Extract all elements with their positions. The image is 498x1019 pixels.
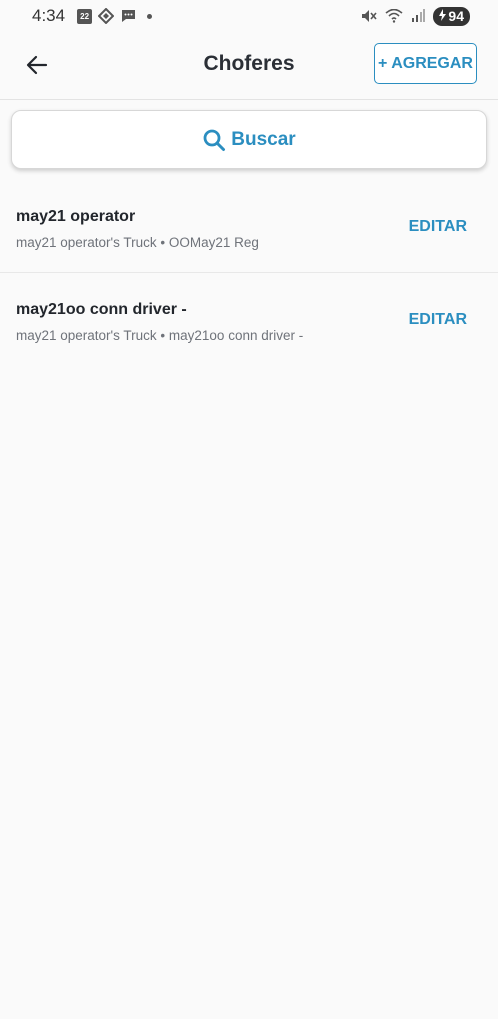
battery-level: 94 (448, 8, 464, 24)
add-driver-button[interactable]: + AGREGAR (374, 43, 477, 84)
separator-dot: • (160, 235, 166, 250)
list-item: may21oo conn driver - may21 operator's T… (0, 273, 498, 366)
driver-truck: may21 operator's Truck (16, 328, 157, 343)
driver-detail: may21oo conn driver - (168, 328, 304, 343)
driver-subtitle: may21 operator's Truck • OOMay21 Reg (16, 235, 482, 250)
driver-detail: OOMay21 Reg (168, 235, 259, 250)
message-icon (120, 8, 137, 24)
search-label: Buscar (231, 128, 296, 150)
edit-button[interactable]: EDITAR (409, 218, 467, 236)
search-icon (203, 129, 226, 151)
status-bar-right: 94 (361, 6, 470, 26)
status-bar-left: 4:34 22 (32, 6, 153, 26)
status-time: 4:34 (32, 6, 66, 25)
signal-icon (411, 9, 426, 23)
list-item: may21 operator may21 operator's Truck • … (0, 180, 498, 273)
driver-subtitle: may21 operator's Truck • may21oo conn dr… (16, 328, 482, 343)
edit-button[interactable]: EDITAR (409, 311, 467, 329)
notification-dot-icon (147, 13, 153, 19)
battery-indicator: 94 (433, 6, 470, 26)
search-button[interactable]: Buscar (11, 110, 487, 169)
app-bar: Choferes + AGREGAR (0, 32, 498, 100)
diamond-icon (98, 8, 115, 24)
mute-icon (361, 9, 378, 23)
driver-truck: may21 operator's Truck (16, 235, 157, 250)
charging-bolt-icon (438, 8, 447, 24)
driver-list: may21 operator may21 operator's Truck • … (0, 180, 498, 366)
wifi-icon (385, 9, 403, 23)
status-bar: 4:34 22 94 (0, 0, 498, 32)
separator-dot: • (160, 328, 166, 343)
calendar-icon: 22 (77, 8, 93, 24)
